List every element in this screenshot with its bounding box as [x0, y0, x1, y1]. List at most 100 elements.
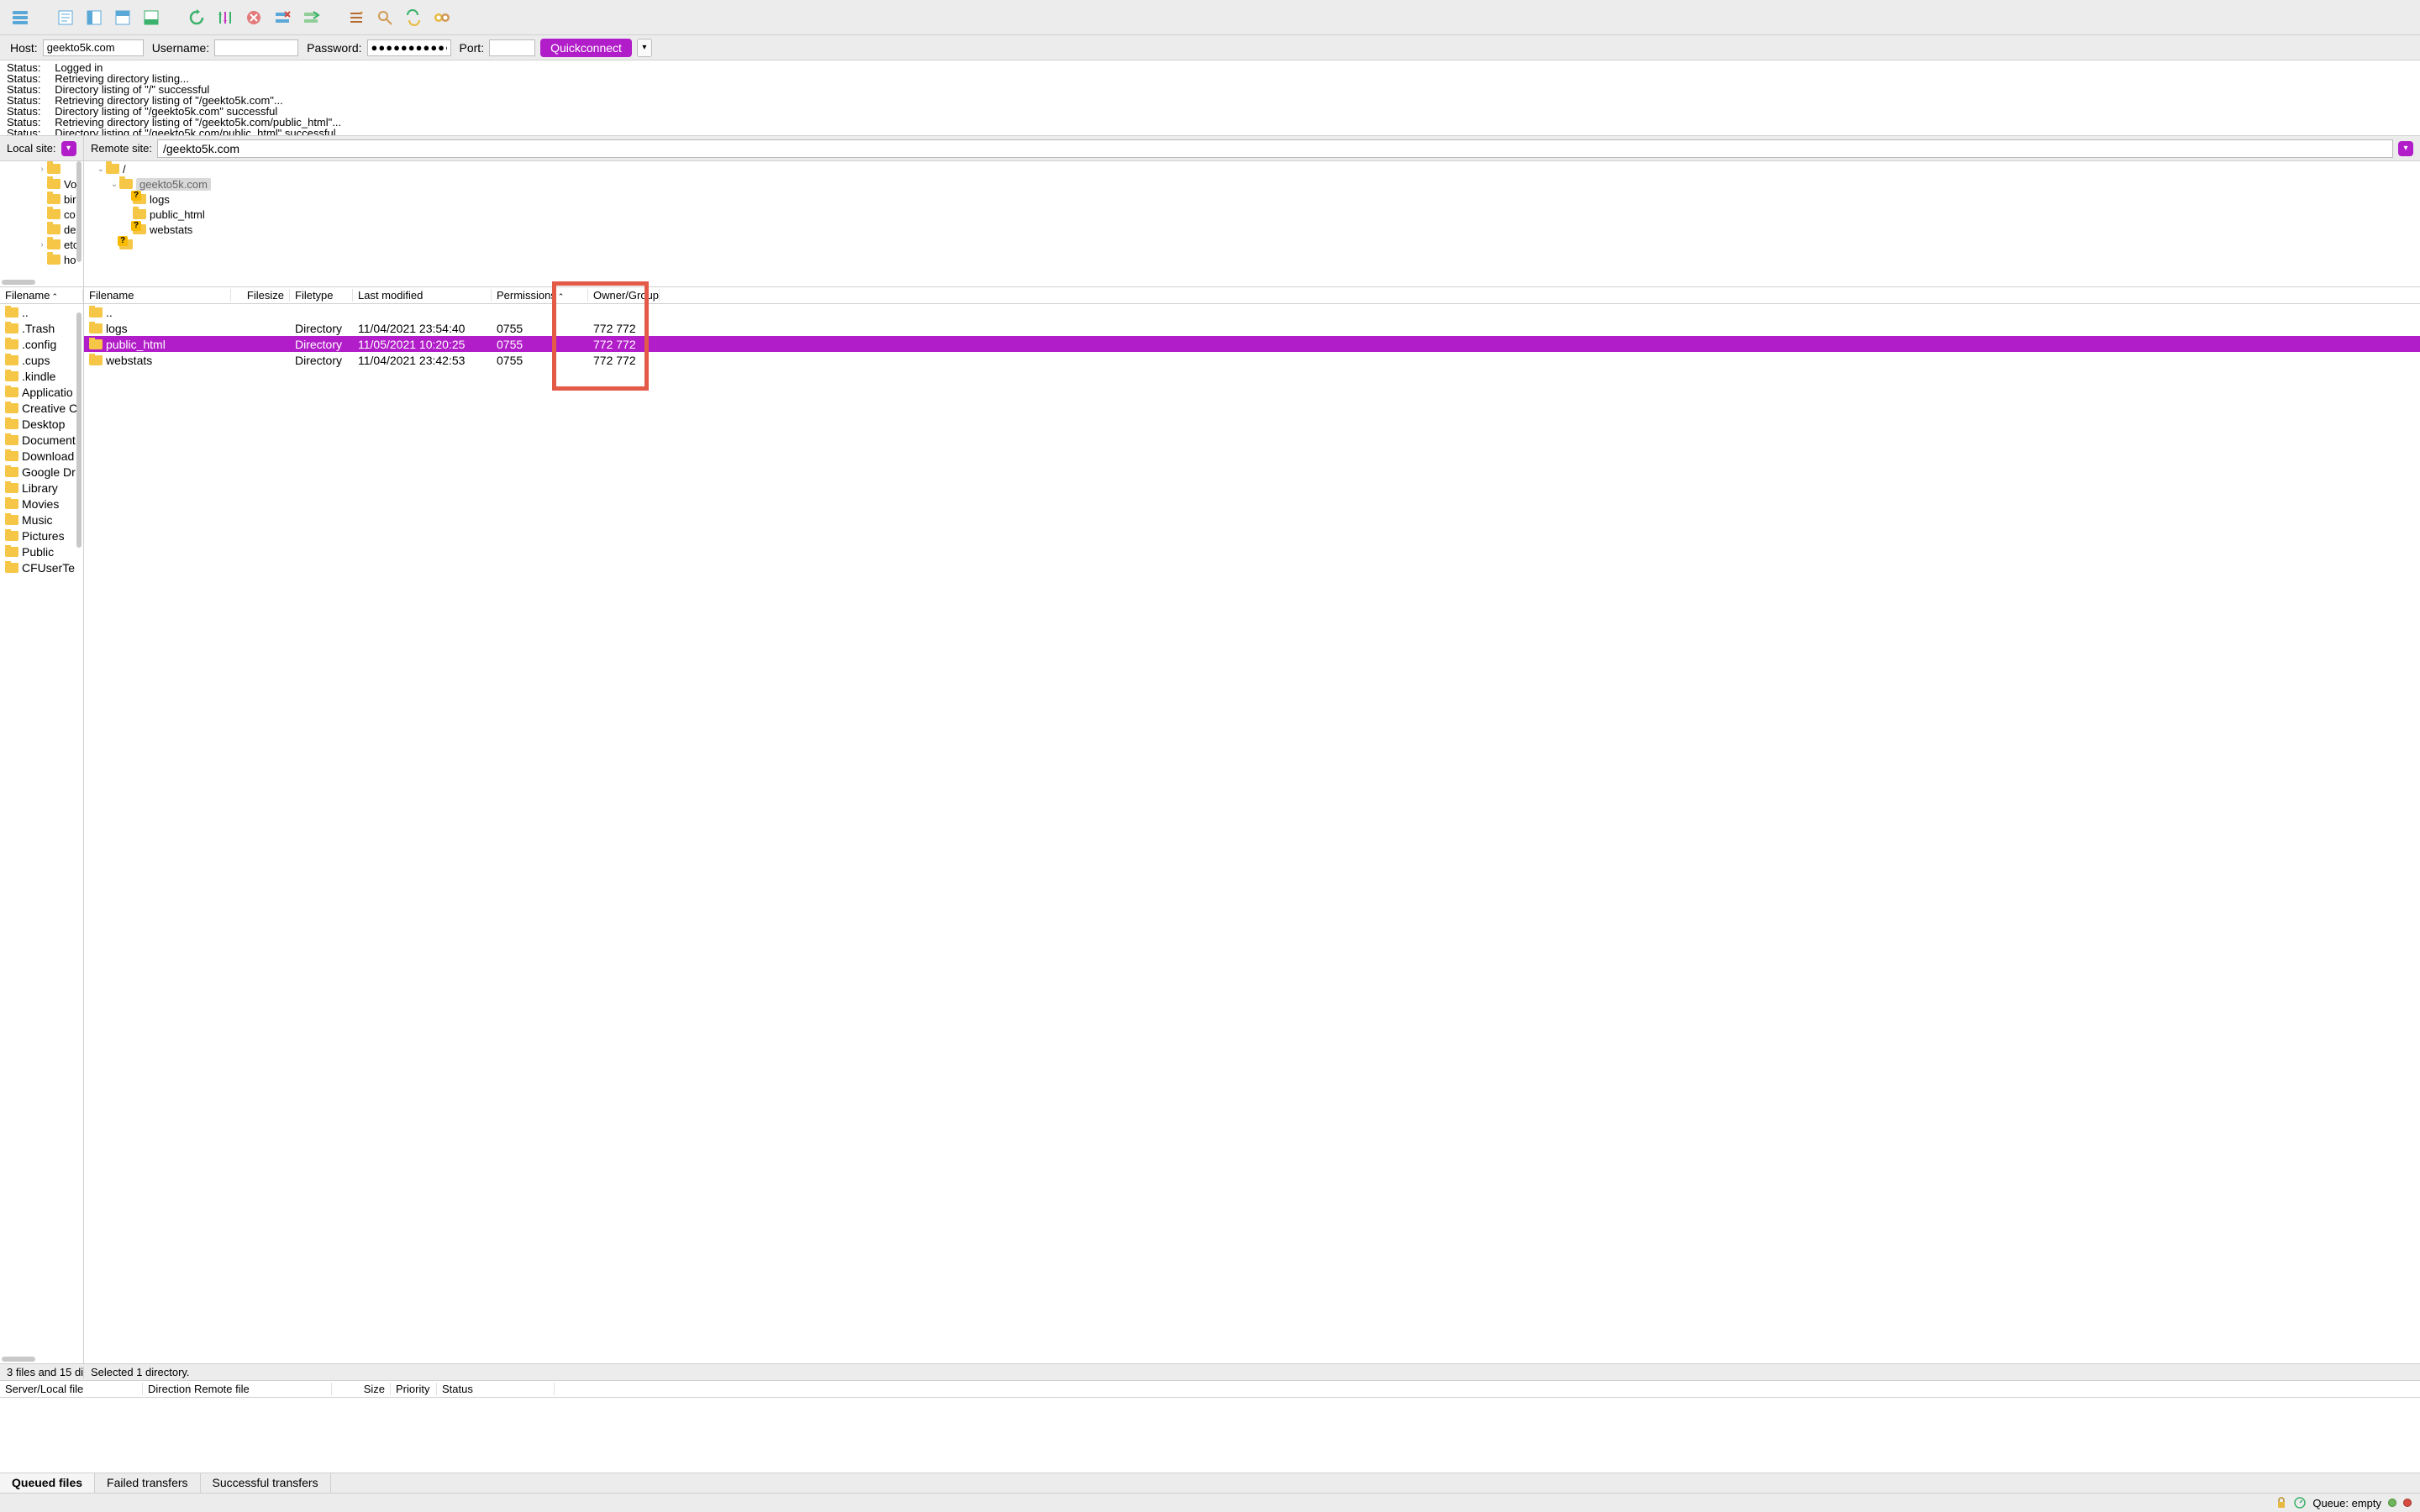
- local-tree[interactable]: ›Vobircode›etcho: [0, 161, 84, 286]
- list-item[interactable]: Movies: [0, 496, 83, 512]
- compare-icon[interactable]: [402, 6, 425, 29]
- status-line: Status: Logged in: [7, 62, 2413, 73]
- col-priority[interactable]: Priority: [391, 1383, 437, 1395]
- remote-status: Selected 1 directory.: [84, 1366, 2420, 1378]
- local-file-list[interactable]: Filename⌃ ...Trash.config.cups.kindleApp…: [0, 287, 84, 1363]
- scrollbar-thumb[interactable]: [76, 161, 82, 262]
- remote-site-dropdown[interactable]: ▾: [2398, 141, 2413, 156]
- lock-icon[interactable]: [2275, 1497, 2287, 1509]
- col-server-local[interactable]: Server/Local file: [0, 1383, 143, 1395]
- list-item[interactable]: Google Dr: [0, 464, 83, 480]
- list-item[interactable]: Desktop: [0, 416, 83, 432]
- username-input[interactable]: [214, 39, 298, 56]
- col-direction[interactable]: Direction: [143, 1383, 189, 1395]
- list-item[interactable]: .Trash: [0, 320, 83, 336]
- reconnect-icon[interactable]: [299, 6, 323, 29]
- toggle-remote-tree-icon[interactable]: [111, 6, 134, 29]
- col-owner-group[interactable]: Owner/Group: [588, 289, 660, 302]
- folder-icon: [5, 483, 18, 493]
- col-remote-file[interactable]: Remote file: [189, 1383, 332, 1395]
- tree-item[interactable]: Vo: [0, 176, 83, 192]
- col-filetype[interactable]: Filetype: [290, 289, 353, 302]
- tree-item[interactable]: ⌄/: [84, 161, 2420, 176]
- col-status[interactable]: Status: [437, 1383, 555, 1395]
- remote-tree[interactable]: ⌄/⌄geekto5k.comlogspublic_htmlwebstats: [84, 161, 2420, 286]
- table-row[interactable]: logsDirectory11/04/2021 23:54:400755772 …: [84, 320, 2420, 336]
- remote-file-list[interactable]: Filename Filesize Filetype Last modified…: [84, 287, 2420, 1363]
- list-item[interactable]: .config: [0, 336, 83, 352]
- col-permissions[interactable]: Permissions⌃: [492, 289, 588, 302]
- queue-status: Queue: empty: [2312, 1497, 2381, 1509]
- tree-item[interactable]: [84, 237, 2420, 252]
- toggle-queue-icon[interactable]: [139, 6, 163, 29]
- transfer-queue[interactable]: Server/Local file Direction Remote file …: [0, 1381, 2420, 1473]
- folder-icon: [89, 355, 103, 365]
- col-size[interactable]: Size: [332, 1383, 391, 1395]
- list-item[interactable]: ..: [0, 304, 83, 320]
- port-label: Port:: [460, 41, 485, 55]
- cancel-icon[interactable]: [242, 6, 266, 29]
- folder-icon: [47, 194, 60, 204]
- toggle-log-icon[interactable]: [54, 6, 77, 29]
- speed-limit-icon[interactable]: [2294, 1497, 2306, 1509]
- tree-item[interactable]: public_html: [84, 207, 2420, 222]
- quickconnect-button[interactable]: Quickconnect: [540, 39, 632, 57]
- search-icon[interactable]: [373, 6, 397, 29]
- status-log[interactable]: Status: Logged in Status: Retrieving dire…: [0, 60, 2420, 136]
- tab-queued-files[interactable]: Queued files: [0, 1473, 95, 1493]
- site-manager-icon[interactable]: [8, 6, 32, 29]
- folder-icon: [47, 255, 60, 265]
- tree-item[interactable]: ho: [0, 252, 83, 267]
- scrollbar-thumb[interactable]: [2, 280, 35, 285]
- folder-icon: [5, 403, 18, 413]
- tab-successful-transfers[interactable]: Successful transfers: [201, 1473, 331, 1493]
- tree-item[interactable]: co: [0, 207, 83, 222]
- list-item[interactable]: Public: [0, 543, 83, 559]
- tree-item[interactable]: webstats: [84, 222, 2420, 237]
- table-row[interactable]: ..: [84, 304, 2420, 320]
- folder-icon: [47, 239, 60, 249]
- process-queue-icon[interactable]: [213, 6, 237, 29]
- list-item[interactable]: Pictures: [0, 528, 83, 543]
- col-filename[interactable]: Filename: [84, 289, 231, 302]
- disconnect-icon[interactable]: [271, 6, 294, 29]
- table-row[interactable]: public_htmlDirectory11/05/2021 10:20:250…: [84, 336, 2420, 352]
- folder-icon: [5, 355, 18, 365]
- list-item[interactable]: CFUserTe: [0, 559, 83, 575]
- folder-icon: [119, 179, 133, 189]
- refresh-icon[interactable]: [185, 6, 208, 29]
- col-filesize[interactable]: Filesize: [231, 289, 290, 302]
- tree-item[interactable]: ›: [0, 161, 83, 176]
- remote-site-input[interactable]: [157, 139, 2393, 158]
- list-item[interactable]: Creative C: [0, 400, 83, 416]
- list-item[interactable]: .kindle: [0, 368, 83, 384]
- list-item[interactable]: Download: [0, 448, 83, 464]
- folder-icon: [5, 307, 18, 318]
- toggle-local-tree-icon[interactable]: [82, 6, 106, 29]
- tree-item[interactable]: de: [0, 222, 83, 237]
- host-input[interactable]: [43, 39, 144, 56]
- list-item[interactable]: Music: [0, 512, 83, 528]
- password-input[interactable]: [367, 39, 451, 56]
- scrollbar-thumb[interactable]: [76, 312, 82, 548]
- scrollbar-thumb[interactable]: [2, 1357, 35, 1362]
- tree-item[interactable]: logs: [84, 192, 2420, 207]
- tree-item[interactable]: ›etc: [0, 237, 83, 252]
- tree-item[interactable]: bir: [0, 192, 83, 207]
- list-item[interactable]: Applicatio: [0, 384, 83, 400]
- sync-browse-icon[interactable]: [430, 6, 454, 29]
- status-line: Status: Retrieving directory listing of …: [7, 95, 2413, 106]
- tab-failed-transfers[interactable]: Failed transfers: [95, 1473, 200, 1493]
- quickconnect-history-dropdown[interactable]: ▾: [637, 39, 652, 57]
- list-item[interactable]: Document: [0, 432, 83, 448]
- port-input[interactable]: [489, 39, 535, 56]
- col-last-modified[interactable]: Last modified: [353, 289, 492, 302]
- list-item[interactable]: Library: [0, 480, 83, 496]
- table-row[interactable]: webstatsDirectory11/04/2021 23:42:530755…: [84, 352, 2420, 368]
- col-filename[interactable]: Filename⌃: [0, 289, 83, 302]
- filter-icon[interactable]: [345, 6, 368, 29]
- local-site-dropdown[interactable]: ▾: [61, 141, 76, 156]
- password-label: Password:: [307, 41, 361, 55]
- tree-item[interactable]: ⌄geekto5k.com: [84, 176, 2420, 192]
- list-item[interactable]: .cups: [0, 352, 83, 368]
